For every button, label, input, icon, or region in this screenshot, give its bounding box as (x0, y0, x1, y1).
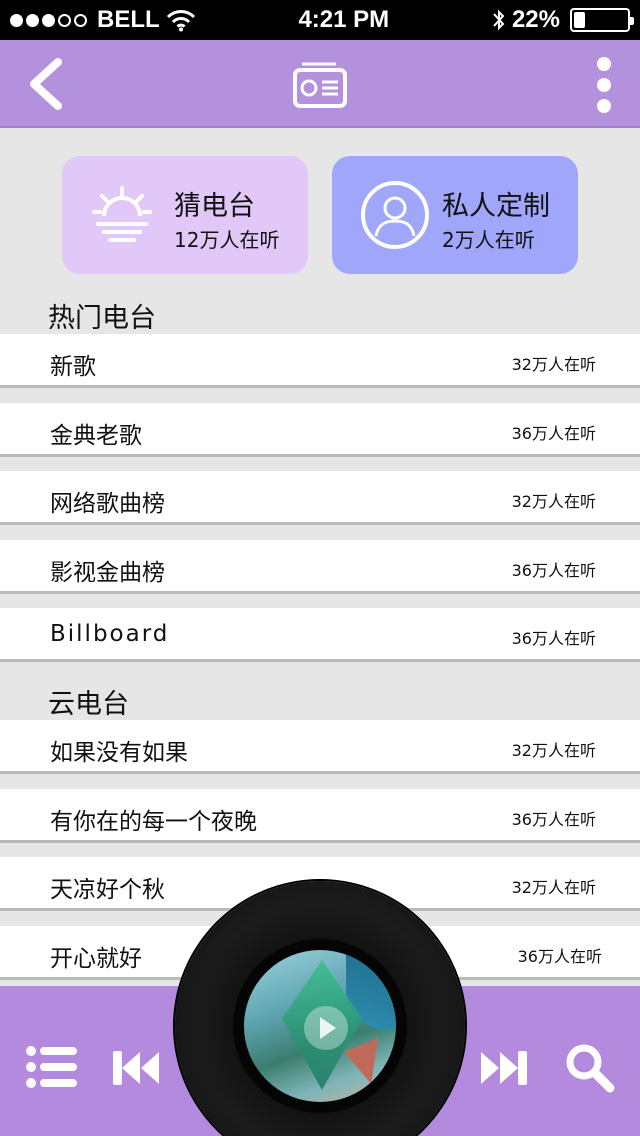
album-art-shard (344, 1038, 378, 1084)
list-item-title: 金典老歌 (50, 423, 142, 449)
previous-icon[interactable] (112, 1049, 160, 1087)
status-bar: BELL 4:21 PM 22% (0, 0, 640, 40)
search-icon[interactable] (564, 1042, 616, 1094)
album-art[interactable] (244, 950, 396, 1102)
user-avatar-icon (361, 181, 429, 249)
list-item[interactable]: Billboard 36万人在听 (0, 608, 640, 662)
list-item-title: 如果没有如果 (50, 740, 188, 766)
listener-count: 36万人在听 (511, 424, 596, 443)
listener-count: 36万人在听 (511, 561, 596, 580)
play-icon[interactable] (304, 1006, 348, 1050)
card-title: 猜电台 (174, 191, 255, 222)
listener-count: 32万人在听 (511, 741, 596, 760)
listener-count: 36万人在听 (517, 947, 602, 966)
listener-count: 32万人在听 (511, 355, 596, 374)
list-item[interactable]: 有你在的每一个夜晚 36万人在听 (0, 789, 640, 843)
section-title-hot: 热门电台 (48, 303, 156, 334)
listener-count: 32万人在听 (511, 492, 596, 511)
battery-percent: 22% (511, 6, 560, 33)
wifi-icon (166, 10, 195, 32)
listener-count: 36万人在听 (511, 629, 596, 648)
card-title: 私人定制 (442, 191, 550, 222)
list-item[interactable]: 影视金曲榜 36万人在听 (0, 540, 640, 594)
listener-count: 36万人在听 (511, 810, 596, 829)
bluetooth-icon (493, 9, 505, 31)
personal-radio-card[interactable]: 私人定制 2万人在听 (332, 156, 578, 274)
list-item-title: 天凉好个秋 (50, 877, 165, 903)
list-item[interactable]: 新歌 32万人在听 (0, 334, 640, 388)
list-item[interactable]: 如果没有如果 32万人在听 (0, 720, 640, 774)
carrier-name: BELL (97, 6, 160, 33)
playlist-icon[interactable] (26, 1046, 78, 1088)
status-left: BELL (10, 6, 196, 34)
list-item-title: 有你在的每一个夜晚 (50, 809, 257, 835)
listener-count: 32万人在听 (511, 878, 596, 897)
sunrise-icon (92, 186, 152, 242)
list-item-title: Billboard (50, 621, 170, 647)
next-icon[interactable] (480, 1049, 528, 1087)
chevron-left-icon[interactable] (22, 56, 72, 112)
guess-radio-card[interactable]: 猜电台 12万人在听 (62, 156, 308, 274)
list-item-title: 网络歌曲榜 (50, 491, 165, 517)
section-title-cloud: 云电台 (48, 689, 129, 720)
battery-icon (569, 8, 634, 32)
list-item-title: 开心就好 (50, 946, 142, 972)
clock: 4:21 PM (298, 6, 390, 33)
card-subtitle: 12万人在听 (174, 228, 280, 252)
list-item-title: 新歌 (50, 354, 96, 380)
signal-strength-icon (10, 13, 87, 27)
app-header (0, 40, 640, 128)
status-right: 22% (492, 6, 634, 34)
radio-icon (293, 62, 347, 108)
list-item[interactable]: 金典老歌 36万人在听 (0, 403, 640, 457)
list-item-title: 影视金曲榜 (50, 560, 165, 586)
card-subtitle: 2万人在听 (442, 228, 535, 252)
vertical-dots-icon[interactable] (592, 56, 616, 114)
list-item[interactable]: 网络歌曲榜 32万人在听 (0, 471, 640, 525)
